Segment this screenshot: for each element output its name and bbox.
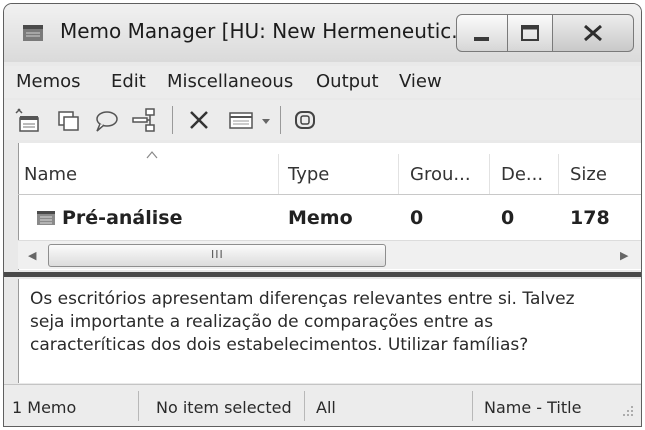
menu-bar: Memos Edit Miscellaneous Output View <box>4 66 641 98</box>
row-density[interactable]: 0 <box>501 207 514 229</box>
caption-buttons <box>456 14 637 52</box>
menu-output[interactable]: Output <box>316 71 379 92</box>
column-header-type[interactable]: Type <box>288 164 329 185</box>
resize-grip-icon[interactable] <box>620 402 634 421</box>
column-separator[interactable] <box>489 154 490 194</box>
row-groups[interactable]: 0 <box>410 207 423 229</box>
column-header-density[interactable]: De... <box>501 164 543 185</box>
menu-view[interactable]: View <box>399 71 442 92</box>
scroll-thumb[interactable]: III <box>48 244 386 267</box>
scroll-left-icon[interactable]: ◀ <box>28 249 36 262</box>
column-separator[interactable] <box>398 154 399 194</box>
toolbar-separator <box>280 106 281 134</box>
comment-icon[interactable] <box>92 104 120 136</box>
tree-structure-icon[interactable] <box>130 104 160 136</box>
close-button[interactable] <box>552 14 634 52</box>
scroll-right-icon[interactable]: ▶ <box>620 249 628 262</box>
memo-text-line: seja importante a realização de comparaç… <box>30 312 494 332</box>
status-separator <box>304 391 305 421</box>
memo-manager-window: Memo Manager [HU: New Hermeneutic... Mem… <box>3 3 642 427</box>
column-separator[interactable] <box>558 154 559 194</box>
toolbar <box>4 100 641 140</box>
delete-icon[interactable] <box>184 104 214 136</box>
status-memo-count: 1 Memo <box>12 398 77 417</box>
status-filter: All <box>316 398 336 417</box>
memo-text-line: caracteríticas dos dois estabelecimentos… <box>30 335 529 355</box>
status-separator <box>138 391 139 421</box>
title-bar[interactable]: Memo Manager [HU: New Hermeneutic... <box>4 4 641 62</box>
row-name[interactable]: Pré-análise <box>62 207 182 229</box>
status-selection: No item selected <box>156 398 292 417</box>
row-size[interactable]: 178 <box>570 207 610 229</box>
status-separator <box>472 391 473 421</box>
view-options-icon[interactable] <box>226 104 256 136</box>
minimize-button[interactable] <box>456 14 508 52</box>
scroll-thumb-grip: III <box>211 248 224 261</box>
pane-splitter[interactable] <box>4 272 641 277</box>
maximize-button[interactable] <box>507 14 553 52</box>
column-header-groups[interactable]: Grou... <box>410 164 471 185</box>
column-separator[interactable] <box>278 154 279 194</box>
sort-ascending-icon <box>146 144 158 163</box>
menu-miscellaneous[interactable]: Miscellaneous <box>167 71 293 92</box>
dropdown-arrow-icon[interactable] <box>258 104 274 136</box>
column-header-name[interactable]: Name <box>24 164 77 185</box>
focus-icon[interactable] <box>290 104 320 136</box>
menu-memos[interactable]: Memos <box>16 71 81 92</box>
memo-app-icon <box>22 24 44 42</box>
duplicate-icon[interactable] <box>54 104 82 136</box>
memo-text-line: Os escritórios apresentam diferenças rel… <box>30 289 575 309</box>
window-title: Memo Manager [HU: New Hermeneutic... <box>60 19 471 43</box>
menu-edit[interactable]: Edit <box>111 71 146 92</box>
toolbar-separator <box>172 106 173 134</box>
status-sort-order: Name - Title <box>484 398 582 417</box>
memo-row-icon <box>36 210 56 230</box>
column-header-size[interactable]: Size <box>570 164 607 185</box>
new-memo-icon[interactable] <box>14 104 42 136</box>
row-type[interactable]: Memo <box>288 207 353 229</box>
horizontal-scrollbar[interactable]: ◀ III ▶ <box>18 240 641 269</box>
status-bar: 1 Memo No item selected All Name - Title <box>4 384 641 426</box>
header-divider <box>18 194 641 195</box>
